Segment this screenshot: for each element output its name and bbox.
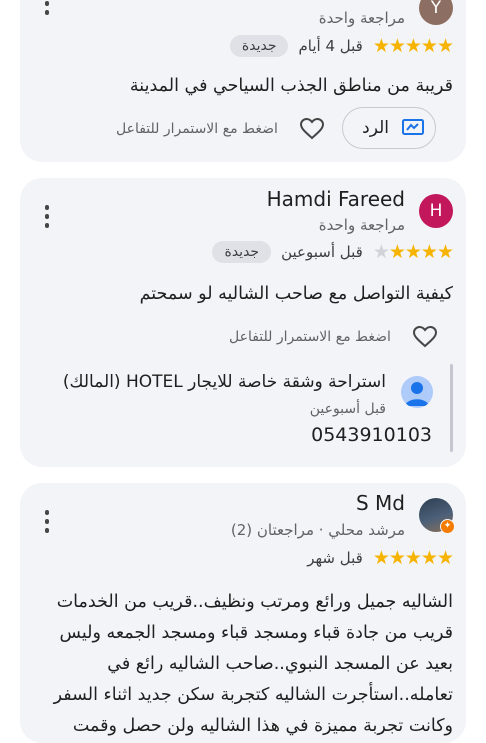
review-time: قبل شهر	[307, 549, 363, 567]
reviewer-name[interactable]: S Md	[356, 491, 405, 515]
reviewer-name[interactable]: Hamdi Fareed	[267, 187, 405, 211]
review-text-line: قريب من جادة قباء ومسجد قباء ومسجد الجمع…	[59, 623, 453, 643]
reviewer-avatar[interactable]: H	[419, 194, 453, 228]
review-text-line: بعيد عن المسجد النبوي..صاحب الشاليه رائع…	[107, 654, 453, 674]
star-rating: ★★★★★	[372, 547, 454, 569]
more-options-icon[interactable]	[44, 510, 50, 537]
review-card-3: ✦ S Md مرشد محلي · مراجعتان (2) ★★★★★ قب…	[20, 483, 466, 743]
reviewer-avatar[interactable]: Y	[419, 0, 453, 25]
reviewer-meta: مراجعة واحدة	[318, 216, 405, 234]
review-time: قبل 4 أيام	[298, 37, 363, 55]
review-text-line: تعامله..استأجرت الشاليه كتجربة سكن جديد …	[53, 685, 453, 705]
heart-outline-icon[interactable]	[413, 326, 437, 348]
review-card-2: H Hamdi Fareed مراجعة واحدة ★★★★★ قبل أس…	[20, 178, 466, 467]
owner-reply: استراحة وشقة خاصة للايجار HOTEL (المالك)…	[20, 364, 466, 454]
star-rating: ★★★★★	[372, 35, 454, 57]
reply-label: الرد	[362, 118, 389, 138]
new-badge: جديدة	[212, 241, 272, 263]
owner-reply-text: 0543910103	[311, 424, 432, 446]
owner-reply-time: قبل أسبوعين	[309, 401, 386, 417]
review-text: كيفية التواصل مع صاحب الشاليه لو سمحتم	[139, 284, 453, 304]
reviewer-meta: مرشد محلي · مراجعتان (2)	[230, 521, 405, 539]
new-badge: جديدة	[229, 35, 289, 57]
like-hint: اضغط مع الاستمرار للتفاعل	[229, 329, 391, 345]
star-rating: ★★★★★	[372, 241, 454, 263]
review-time: قبل أسبوعين	[281, 243, 363, 261]
person-icon	[405, 382, 429, 406]
rating-row: ★★★★★ قبل 4 أيام جديدة	[229, 35, 454, 57]
reply-button[interactable]: الرد	[342, 107, 436, 149]
heart-outline-icon[interactable]	[300, 118, 324, 140]
owner-name: استراحة وشقة خاصة للايجار HOTEL (المالك)	[62, 372, 386, 392]
review-text: قريبة من مناطق الجذب السياحي في المدينة	[129, 76, 453, 96]
more-options-icon[interactable]	[44, 205, 50, 232]
more-options-icon[interactable]	[44, 0, 50, 19]
review-text-line: وكانت تجربة مميزة في هذا الشاليه ولن حصل…	[72, 716, 453, 736]
reviewer-meta: مراجعة واحدة	[318, 9, 405, 27]
reviewer-avatar[interactable]: ✦	[419, 498, 455, 534]
reply-icon	[402, 119, 424, 135]
review-text-line: الشاليه جميل ورائع ومرتب ونظيف..قريب من …	[56, 592, 453, 612]
reply-divider	[450, 364, 453, 452]
rating-row: ★★★★★ قبل أسبوعين جديدة	[212, 241, 454, 263]
review-card-1: Y مراجعة واحدة ★★★★★ قبل 4 أيام جديدة قر…	[20, 0, 466, 162]
owner-avatar[interactable]	[401, 376, 433, 408]
like-hint: اضغط مع الاستمرار للتفاعل	[116, 121, 278, 137]
review-text: الشاليه جميل ورائع ومرتب ونظيف..قريب من …	[33, 587, 453, 742]
local-guide-badge-icon: ✦	[440, 519, 455, 534]
rating-row: ★★★★★ قبل شهر	[307, 547, 454, 569]
